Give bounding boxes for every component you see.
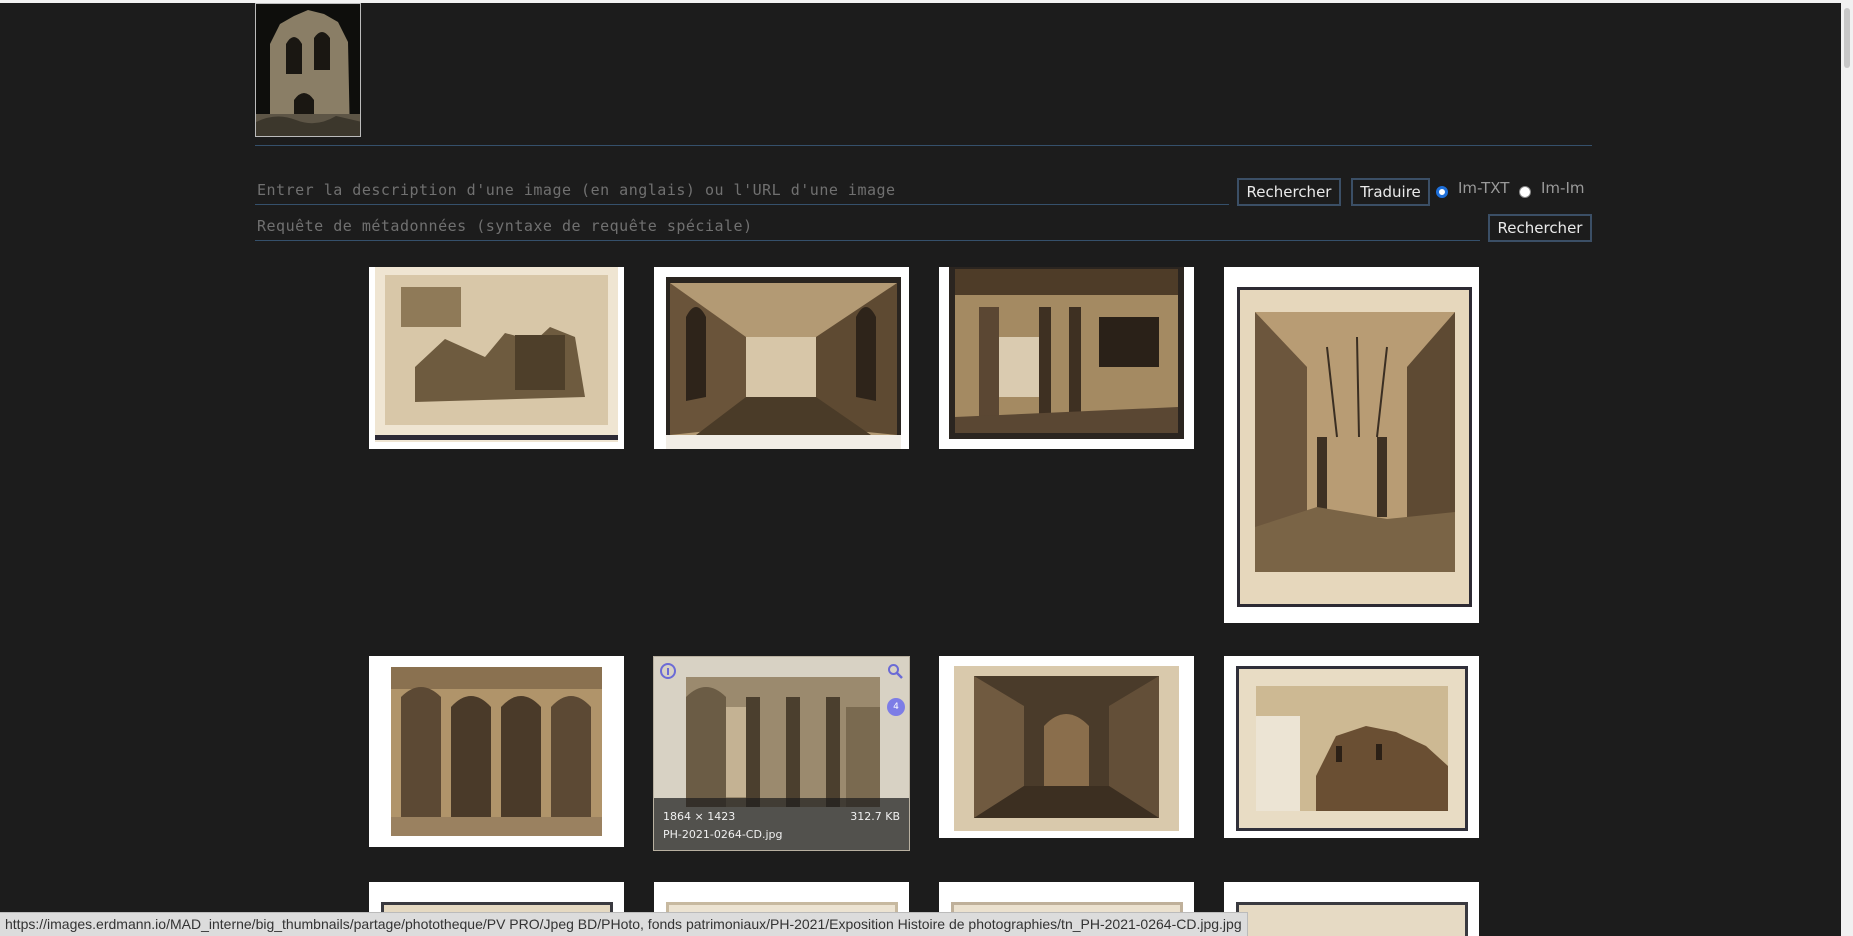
result-image-tile[interactable] xyxy=(1224,656,1479,838)
result-photo xyxy=(1236,666,1468,831)
mode-im-im-label: Im-Im xyxy=(1541,179,1585,197)
image-file-size: 312.7 KB xyxy=(850,810,900,823)
image-filename: PH-2021-0264-CD.jpg xyxy=(663,828,783,841)
mode-im-txt-radio[interactable] xyxy=(1436,186,1448,198)
mode-im-txt-label: Im-TXT xyxy=(1458,179,1510,197)
image-info-overlay: 1864 × 1423 312.7 KB PH-2021-0264-CD.jpg xyxy=(654,798,909,850)
result-photo xyxy=(375,267,618,442)
result-photo xyxy=(666,277,901,449)
metadata-search-button[interactable]: Rechercher xyxy=(1488,214,1592,242)
result-image-tile[interactable] xyxy=(369,656,624,847)
result-photo xyxy=(391,667,602,836)
translate-button[interactable]: Traduire xyxy=(1351,178,1430,206)
result-image-tile[interactable] xyxy=(654,267,909,449)
info-icon[interactable] xyxy=(660,663,676,679)
mode-im-im-radio[interactable] xyxy=(1519,186,1531,198)
result-photo xyxy=(949,267,1184,439)
search-button[interactable]: Rechercher xyxy=(1237,178,1341,206)
query-image-thumbnail[interactable] xyxy=(255,3,361,137)
result-photo xyxy=(1236,902,1468,936)
header-divider xyxy=(255,145,1592,146)
result-photo xyxy=(954,666,1179,831)
scrollbar-thumb[interactable] xyxy=(1844,8,1850,68)
status-bar-url: https://images.erdmann.io/MAD_interne/bi… xyxy=(0,912,1248,936)
image-search-input[interactable] xyxy=(255,176,1229,205)
metadata-query-input[interactable] xyxy=(255,212,1480,241)
image-dimensions: 1864 × 1423 xyxy=(663,810,736,823)
result-image-tile[interactable] xyxy=(939,267,1194,449)
result-photo xyxy=(686,677,880,807)
result-image-tile[interactable] xyxy=(1224,267,1479,623)
result-image-tile-hovered[interactable]: 4 1864 × 1423 312.7 KB PH-2021-0264-CD.j… xyxy=(653,656,910,851)
result-photo xyxy=(1237,287,1472,607)
similar-count-badge[interactable]: 4 xyxy=(887,698,905,716)
zoom-icon[interactable] xyxy=(887,663,903,679)
page-scrollbar[interactable] xyxy=(1841,0,1853,936)
result-image-tile[interactable] xyxy=(1224,882,1479,936)
result-image-tile[interactable] xyxy=(369,267,624,449)
result-image-tile[interactable] xyxy=(939,656,1194,838)
